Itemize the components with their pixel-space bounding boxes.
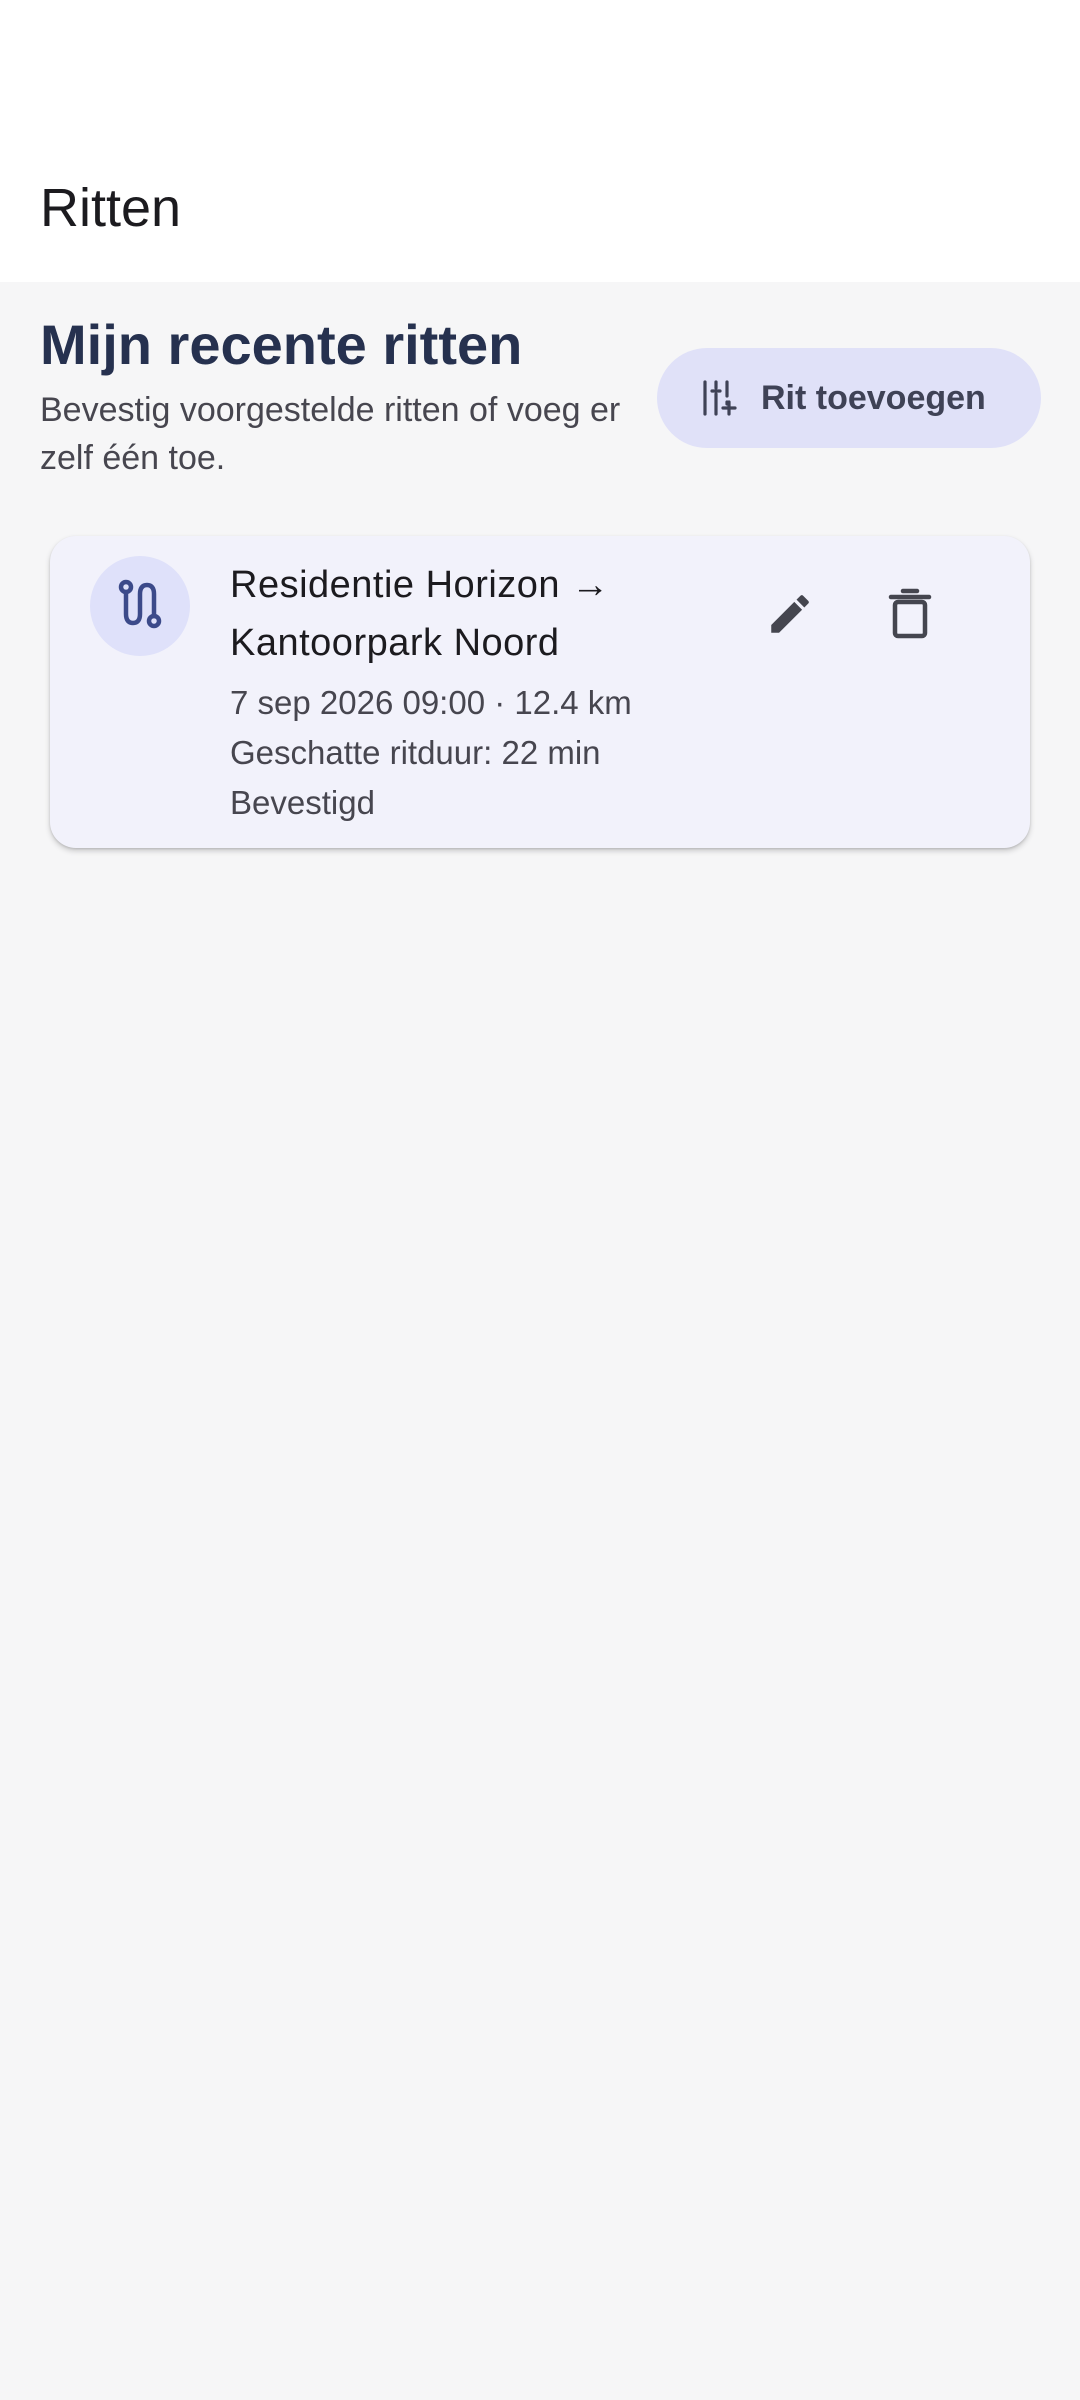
route-icon [116, 578, 164, 635]
ride-details: Residentie Horizon → Kantoorpark Noord 7… [230, 556, 750, 828]
add-ride-button-label: Rit toevoegen [761, 379, 986, 417]
ride-avatar [90, 556, 190, 656]
ride-datetime-distance: 7 sep 2026 09:00 · 12.4 km [230, 684, 632, 721]
delete-ride-button[interactable] [870, 576, 950, 656]
ride-route: Residentie Horizon → Kantoorpark Noord [230, 564, 610, 664]
app-bar: Ritten [0, 0, 1080, 282]
edit-ride-button[interactable] [750, 576, 830, 656]
ride-card[interactable]: Residentie Horizon → Kantoorpark Noord 7… [50, 536, 1030, 848]
section-title: Mijn recente ritten [40, 313, 523, 376]
tune-add-icon [699, 378, 739, 418]
app-bar-title: Ritten [40, 178, 182, 238]
edit-icon [765, 589, 815, 644]
ride-duration: Geschatte ritduur: 22 min [230, 734, 601, 771]
delete-icon [888, 588, 932, 645]
section-subtitle: Bevestig voorgestelde ritten of voeg er … [40, 391, 621, 477]
ride-status: Bevestigd [230, 784, 375, 821]
add-ride-button[interactable]: Rit toevoegen [657, 348, 1041, 448]
